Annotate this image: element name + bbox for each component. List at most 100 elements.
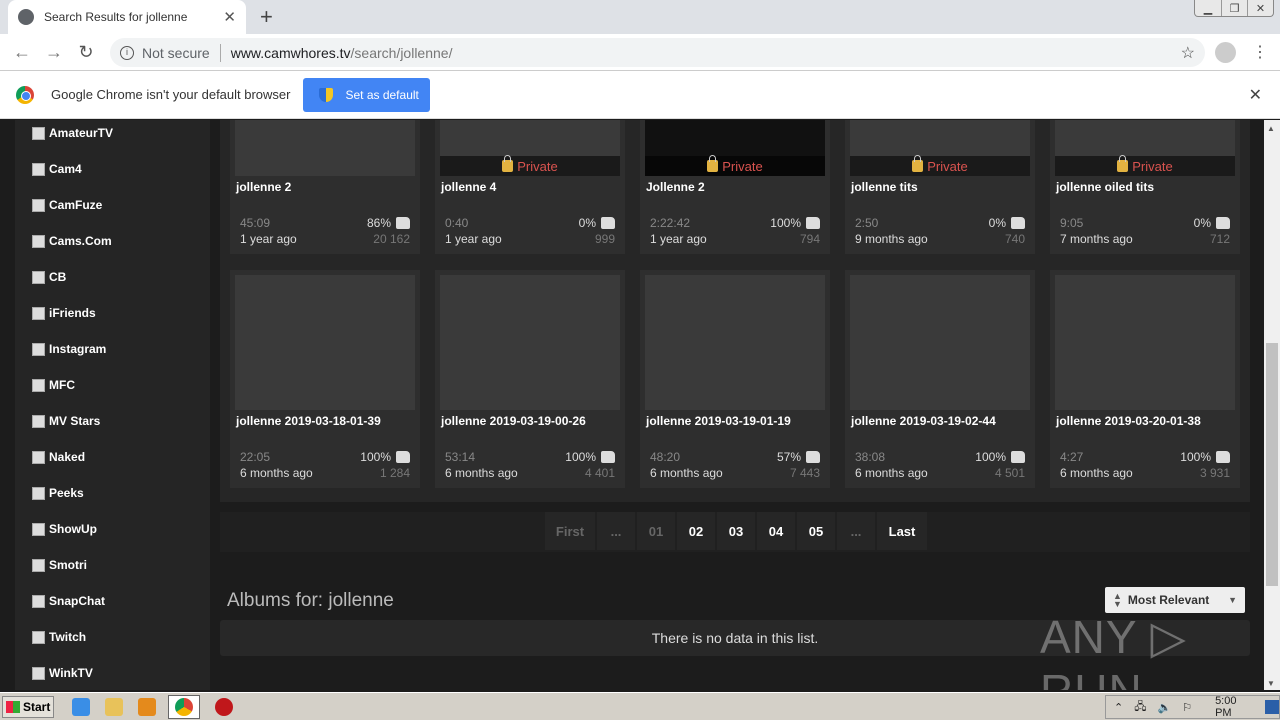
video-thumbnail[interactable] (1055, 275, 1235, 410)
pagination-item[interactable]: 02 (677, 512, 715, 550)
start-button[interactable]: Start (2, 695, 54, 718)
video-card[interactable]: jollenne 2019-03-19-01-19 48:20 57% 6 month… (640, 270, 830, 488)
sidebar-filter-item[interactable]: Cams.Com (32, 234, 112, 248)
volume-icon[interactable]: 🔈 (1157, 701, 1171, 714)
video-thumbnail[interactable] (235, 120, 415, 176)
filter-checkbox[interactable] (32, 630, 45, 644)
page-content: AmateurTV Cam4 CamFuze Cams.Com CB iFriends In… (0, 120, 1264, 690)
pagination-item[interactable]: 05 (797, 512, 835, 550)
sidebar-filter-item[interactable]: Cam4 (32, 162, 82, 176)
video-thumbnail[interactable] (645, 275, 825, 410)
video-title[interactable]: Jollenne 2 (646, 180, 705, 194)
sidebar-filter-item[interactable]: Smotri (32, 558, 87, 572)
sidebar-filter-item[interactable]: AmateurTV (32, 126, 113, 140)
video-title[interactable]: jollenne 2019-03-18-01-39 (236, 414, 381, 428)
video-card[interactable]: jollenne 2019-03-20-01-38 4:27 100% 6 month… (1050, 270, 1240, 488)
video-title[interactable]: jollenne 4 (441, 180, 496, 194)
video-card[interactable]: Private jollenne 4 0:40 0% 1 year ago 999 (435, 120, 625, 254)
video-title[interactable]: jollenne 2019-03-19-01-19 (646, 414, 791, 428)
set-as-default-button[interactable]: Set as default (303, 77, 431, 112)
filter-checkbox[interactable] (32, 450, 45, 464)
filter-checkbox[interactable] (32, 414, 45, 428)
clock[interactable]: 5:00 PM (1215, 695, 1246, 719)
sidebar-filter-item[interactable]: ShowUp (32, 522, 97, 536)
minimize-button[interactable]: ▁ (1195, 0, 1221, 16)
filter-checkbox[interactable] (32, 306, 45, 320)
filter-checkbox[interactable] (32, 126, 45, 140)
address-bar[interactable]: i Not secure www.camwhores.tv /search/jo… (110, 38, 1205, 67)
show-hidden-icons-icon[interactable]: ⌃ (1114, 701, 1123, 714)
kebab-menu-icon[interactable]: ⋮ (1252, 42, 1268, 62)
sidebar-filter-item[interactable]: SnapChat (32, 594, 105, 608)
video-title[interactable]: jollenne 2 (236, 180, 291, 194)
page-scrollbar[interactable]: ▲ ▼ (1264, 120, 1280, 690)
profile-avatar[interactable] (1215, 42, 1236, 63)
pagination-item[interactable]: 03 (717, 512, 755, 550)
filter-checkbox[interactable] (32, 270, 45, 284)
video-card[interactable]: jollenne 2019-03-18-01-39 22:05 100% 6 mont… (230, 270, 420, 488)
video-thumbnail[interactable] (235, 275, 415, 410)
scroll-thumb[interactable] (1266, 343, 1278, 586)
video-thumbnail[interactable]: Private (1055, 120, 1235, 176)
chrome-taskbar-button[interactable] (168, 694, 200, 719)
pagination-item[interactable]: 04 (757, 512, 795, 550)
video-title[interactable]: jollenne 2019-03-19-00-26 (441, 414, 586, 428)
filter-checkbox[interactable] (32, 486, 45, 500)
video-card[interactable]: jollenne 2 45:09 86% 1 year ago 20 162 (230, 120, 420, 254)
scroll-down-icon[interactable]: ▼ (1267, 679, 1275, 688)
video-card[interactable]: jollenne 2019-03-19-00-26 53:14 100% 6 mont… (435, 270, 625, 488)
video-title[interactable]: jollenne 2019-03-19-02-44 (851, 414, 996, 428)
file-explorer-icon[interactable] (105, 697, 123, 716)
close-window-button[interactable]: ✕ (1247, 0, 1273, 16)
filter-checkbox[interactable] (32, 162, 45, 176)
video-thumbnail[interactable] (850, 275, 1030, 410)
action-center-flag-icon[interactable]: ⚐ (1182, 701, 1192, 714)
back-button[interactable]: ← (6, 42, 38, 63)
forward-button[interactable]: → (38, 42, 70, 63)
filter-checkbox[interactable] (32, 522, 45, 536)
sidebar-filter-item[interactable]: MFC (32, 378, 75, 392)
pagination-item[interactable]: Last (877, 512, 927, 550)
sidebar-filter-item[interactable]: Twitch (32, 630, 86, 644)
video-card[interactable]: jollenne 2019-03-19-02-44 38:08 100% 6 mont… (845, 270, 1035, 488)
reload-button[interactable]: ↻ (70, 42, 102, 63)
video-title[interactable]: jollenne oiled tits (1056, 180, 1154, 194)
info-icon[interactable]: i (120, 45, 134, 60)
show-desktop-icon[interactable] (1265, 700, 1279, 714)
internet-explorer-icon[interactable] (72, 697, 90, 716)
filter-checkbox[interactable] (32, 198, 45, 212)
sidebar-filter-item[interactable]: Peeks (32, 486, 84, 500)
sidebar-filter-item[interactable]: Instagram (32, 342, 106, 356)
video-thumbnail[interactable] (440, 275, 620, 410)
video-card[interactable]: Private Jollenne 2 2:22:42 100% 1 year ago 79… (640, 120, 830, 254)
sidebar-filter-item[interactable]: MV Stars (32, 414, 100, 428)
filter-checkbox[interactable] (32, 594, 45, 608)
video-title[interactable]: jollenne 2019-03-20-01-38 (1056, 414, 1201, 428)
filter-checkbox[interactable] (32, 234, 45, 248)
sidebar-filter-item[interactable]: iFriends (32, 306, 96, 320)
sidebar-filter-item[interactable]: CamFuze (32, 198, 102, 212)
bookmark-star-icon[interactable]: ☆ (1181, 43, 1195, 63)
video-card[interactable]: Private jollenne oiled tits 9:05 0% 7 months… (1050, 120, 1240, 254)
media-player-icon[interactable] (138, 697, 156, 716)
sidebar-filter-item[interactable]: CB (32, 270, 66, 284)
restore-button[interactable]: ❐ (1221, 0, 1247, 16)
close-tab-icon[interactable]: ✕ (223, 8, 236, 26)
scroll-up-icon[interactable]: ▲ (1267, 124, 1275, 133)
network-icon[interactable]: 🖧 (1134, 698, 1146, 717)
browser-tab[interactable]: Search Results for jollenne ✕ (8, 0, 246, 34)
video-title[interactable]: jollenne tits (851, 180, 918, 194)
new-tab-button[interactable]: + (260, 4, 273, 30)
video-thumbnail[interactable]: Private (440, 120, 620, 176)
opera-icon[interactable] (215, 697, 233, 716)
filter-checkbox[interactable] (32, 558, 45, 572)
sidebar-filter-item[interactable]: WinkTV (32, 666, 93, 680)
sidebar-filter-item[interactable]: Naked (32, 450, 85, 464)
filter-checkbox[interactable] (32, 666, 45, 680)
video-card[interactable]: Private jollenne tits 2:50 0% 9 months ago 74… (845, 120, 1035, 254)
video-thumbnail[interactable]: Private (850, 120, 1030, 176)
close-infobar-icon[interactable]: ✕ (1249, 85, 1262, 105)
video-thumbnail[interactable]: Private (645, 120, 825, 176)
filter-checkbox[interactable] (32, 378, 45, 392)
filter-checkbox[interactable] (32, 342, 45, 356)
